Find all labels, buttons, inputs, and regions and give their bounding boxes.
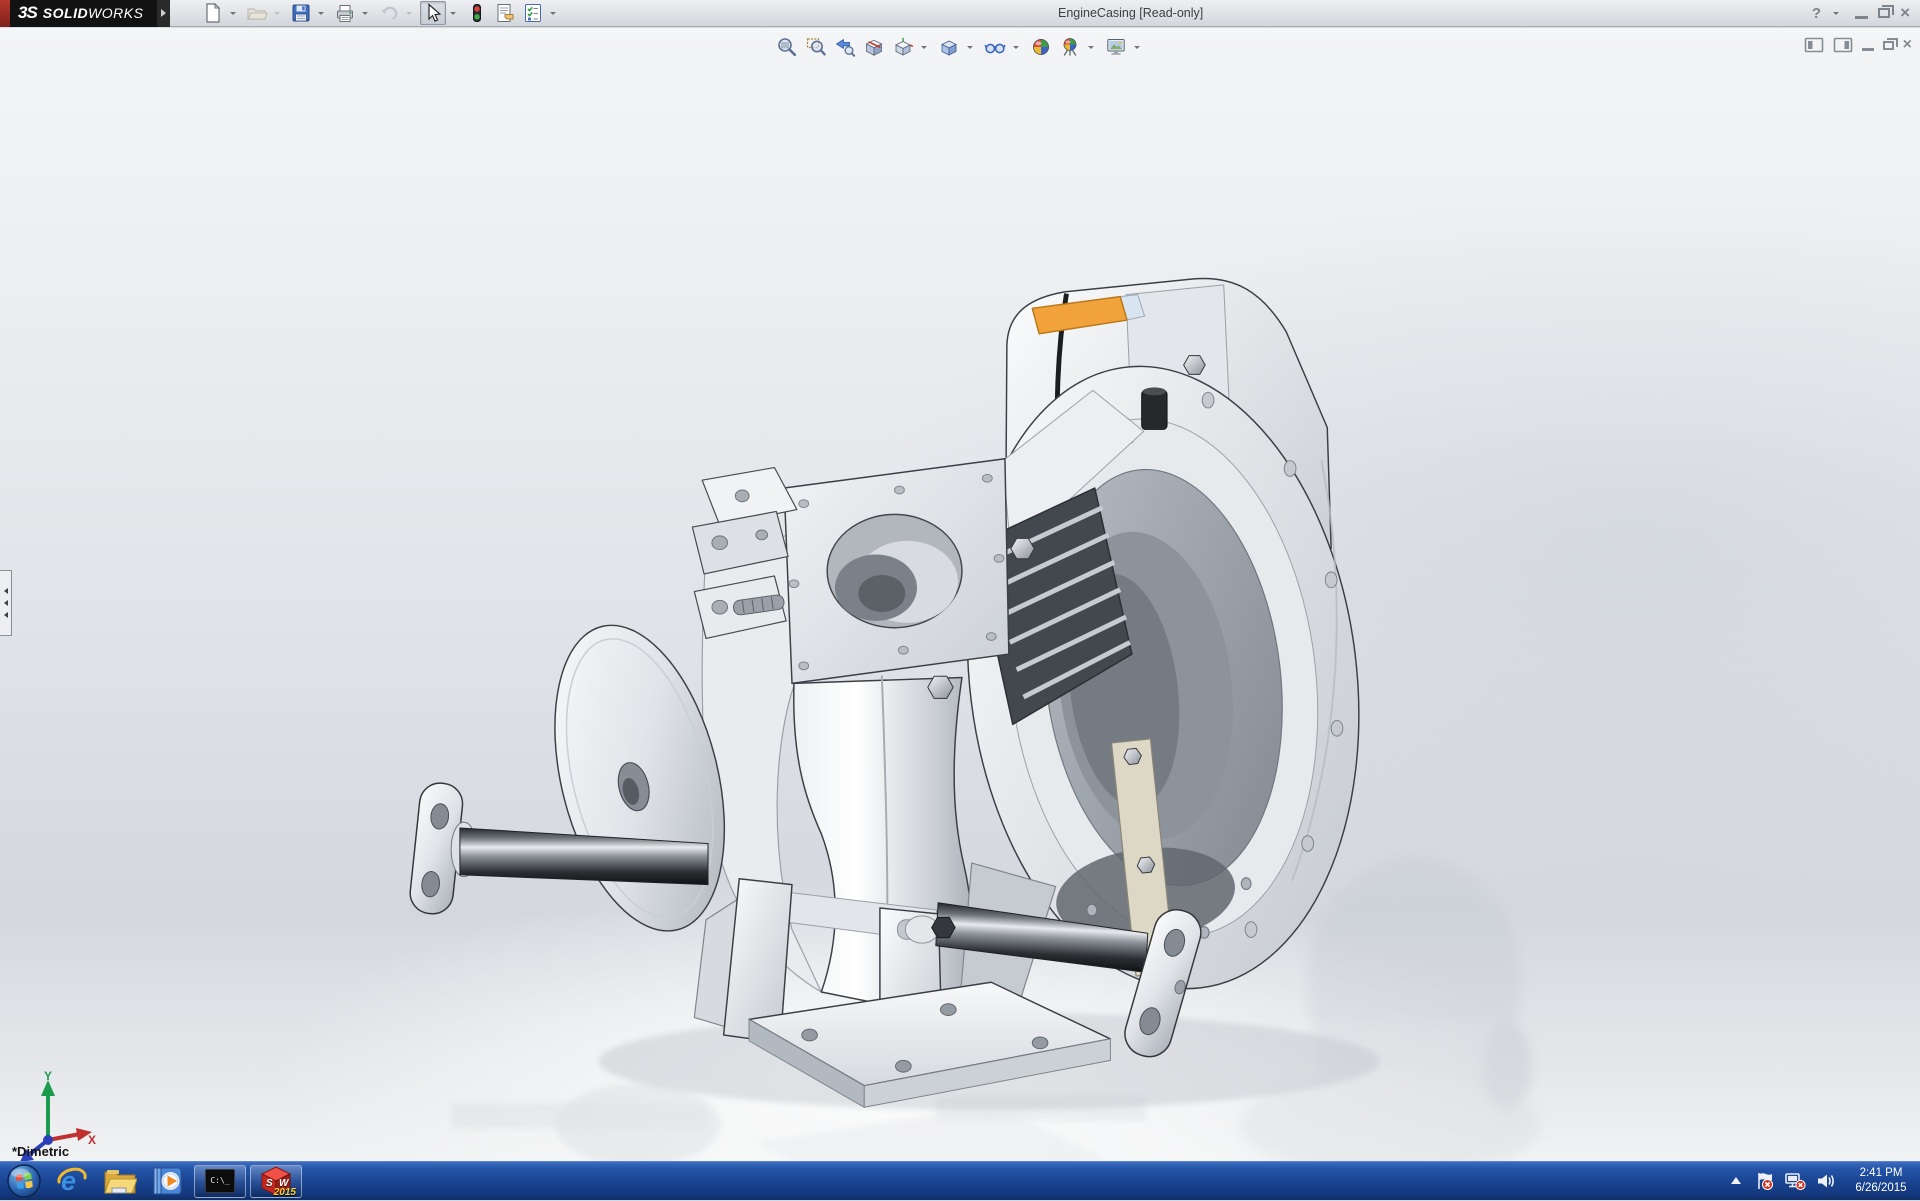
network-status-icon[interactable] [1784,1171,1806,1191]
solidworks-year-badge: 2015 [274,1187,296,1198]
select-button[interactable] [420,1,446,25]
window-title: EngineCasing [Read-only] [1058,0,1203,26]
select-cursor-icon [422,2,444,24]
undo-icon [378,2,400,24]
options-button[interactable] [520,1,546,25]
taskbar-media-player[interactable] [144,1162,192,1201]
title-bar[interactable]: 3S SOLIDWORKS [0,0,1920,27]
save-floppy-icon [290,2,312,24]
taskbar-windows-explorer[interactable] [96,1162,144,1201]
clock-date: 6/26/2015 [1850,1181,1912,1196]
help-dropdown[interactable] [1831,1,1841,25]
print-icon [334,2,356,24]
svg-text:X: X [88,1133,96,1147]
volume-icon[interactable] [1816,1171,1836,1191]
print-dropdown[interactable] [360,1,370,25]
select-dropdown[interactable] [448,1,458,25]
help-button[interactable]: ? [1812,5,1821,22]
mounting-lugs [692,468,797,639]
start-button[interactable] [0,1162,48,1201]
minimize-button[interactable] [1855,16,1868,19]
menu-flyout-arrow[interactable] [157,0,170,27]
close-button[interactable]: × [1900,0,1910,26]
action-center-flag-icon[interactable] [1754,1171,1774,1191]
windows-start-orb-icon [6,1163,42,1199]
app-window-controls: ? × [1812,0,1910,26]
taskbar-command-prompt[interactable]: C:\_ [194,1165,246,1198]
taskbar-internet-explorer[interactable]: e [48,1162,96,1201]
open-dropdown[interactable] [272,1,282,25]
save-button[interactable] [288,1,314,25]
file-properties-button[interactable] [492,1,518,25]
command-prompt-icon: C:\_ [205,1169,235,1193]
show-hidden-icons-button[interactable] [1728,1174,1744,1188]
options-dropdown[interactable] [548,1,558,25]
folder-icon [103,1166,137,1196]
model-engine-casing[interactable] [0,28,1920,1161]
taskbar: e C:\_ S W [0,1161,1920,1200]
internet-explorer-icon: e [56,1165,88,1197]
graphics-viewport[interactable]: × [0,28,1920,1161]
taskbar-clock[interactable]: 2:41 PM 6/26/2015 [1850,1166,1912,1196]
open-button[interactable] [244,1,270,25]
save-dropdown[interactable] [316,1,326,25]
rebuild-traffic-light-icon [466,2,488,24]
system-tray: 2:41 PM 6/26/2015 [1728,1161,1912,1200]
new-dropdown[interactable] [228,1,238,25]
clock-time: 2:41 PM [1850,1166,1912,1181]
main-toolbar [200,1,562,25]
open-folder-icon [246,2,268,24]
file-properties-icon [494,2,516,24]
dassault-red-strip [0,0,10,27]
taskbar-solidworks-2015[interactable]: S W 2015 [250,1165,302,1198]
solidworks-2015-icon: S W 2015 [259,1166,293,1196]
solidworks-wordmark: SOLIDWORKS [43,5,144,21]
3ds-logo-mark: 3S [18,3,37,23]
svg-text:Y: Y [44,1069,52,1083]
new-document-icon [202,2,224,24]
undo-button[interactable] [376,1,402,25]
print-button[interactable] [332,1,358,25]
restore-button[interactable] [1878,8,1890,18]
rebuild-button[interactable] [464,1,490,25]
undo-dropdown[interactable] [404,1,414,25]
view-orientation-label: *Dimetric [12,1144,69,1159]
new-document-button[interactable] [200,1,226,25]
media-player-icon [152,1165,184,1197]
options-checklist-icon [522,2,544,24]
solidworks-logo: 3S SOLIDWORKS [0,0,157,27]
